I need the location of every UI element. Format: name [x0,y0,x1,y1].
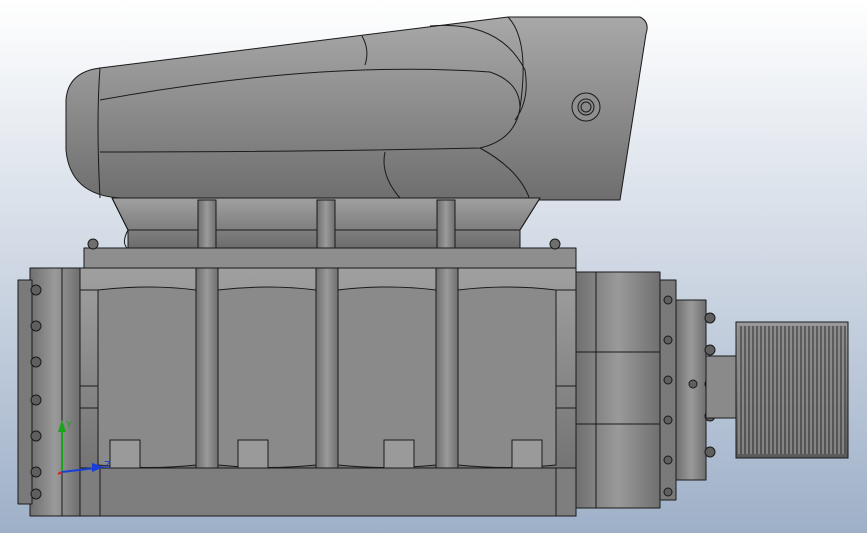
viewport-canvas[interactable]: Y Z [0,0,867,533]
rear-cover [17,267,81,517]
triad-y-label: Y [65,420,73,431]
triad-z-label: Z [104,460,111,471]
scoop-base [111,197,541,251]
drive-pulley[interactable] [735,321,849,459]
gear-housing [575,271,677,509]
graphics-viewport[interactable]: Y Z [0,0,867,533]
rotor-case[interactable] [75,267,577,517]
